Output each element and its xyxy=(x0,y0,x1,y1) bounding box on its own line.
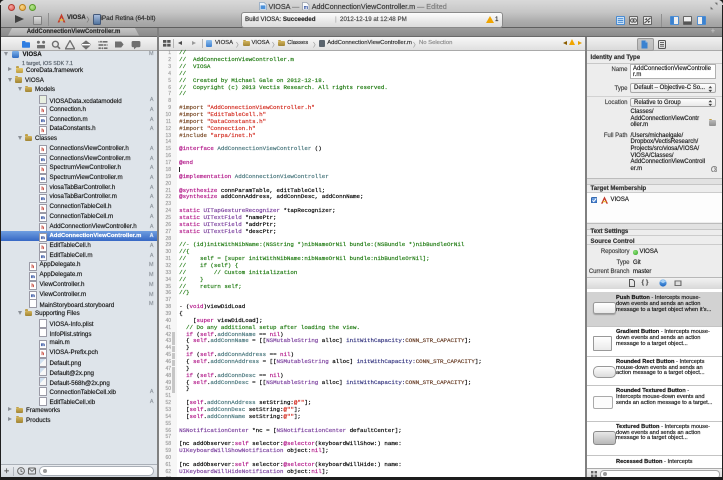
svg-text:m: m xyxy=(304,5,309,11)
